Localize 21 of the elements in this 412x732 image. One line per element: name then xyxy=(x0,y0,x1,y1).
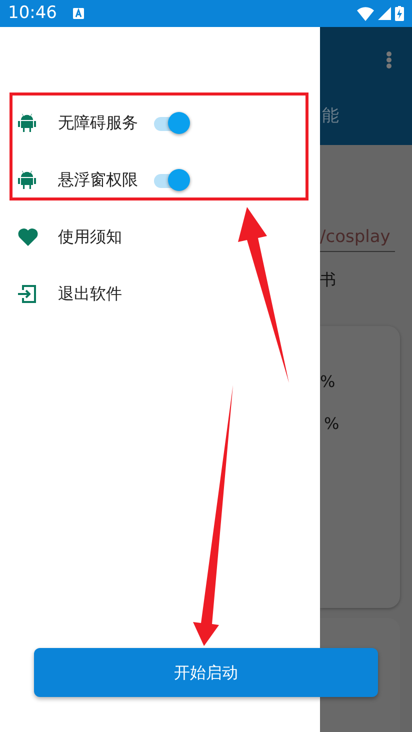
drawer-item[interactable]: 退出软件 xyxy=(0,265,320,322)
battery-icon xyxy=(395,6,404,21)
toggle-switch[interactable] xyxy=(152,112,192,134)
drawer-item[interactable]: 使用须知 xyxy=(0,208,320,265)
heart-icon xyxy=(18,228,38,246)
wifi-icon xyxy=(357,6,374,20)
drawer-label: 悬浮窗权限 xyxy=(58,168,138,190)
signal-icon xyxy=(378,7,391,20)
drawer-label: 无障碍服务 xyxy=(58,112,138,134)
notification-icon xyxy=(73,8,84,19)
android-icon xyxy=(18,170,36,190)
start-button[interactable]: 开始启动 xyxy=(34,648,378,697)
toolbar-text: 能 xyxy=(322,104,339,128)
toggle-switch[interactable] xyxy=(152,168,192,190)
android-icon xyxy=(18,112,36,132)
more-icon[interactable] xyxy=(386,51,392,69)
label-text: 书 xyxy=(320,268,337,290)
percent-text: % xyxy=(320,370,336,392)
exit-icon xyxy=(18,284,36,302)
percent-text: % xyxy=(323,412,340,434)
status-time: 10:46 xyxy=(8,2,57,25)
